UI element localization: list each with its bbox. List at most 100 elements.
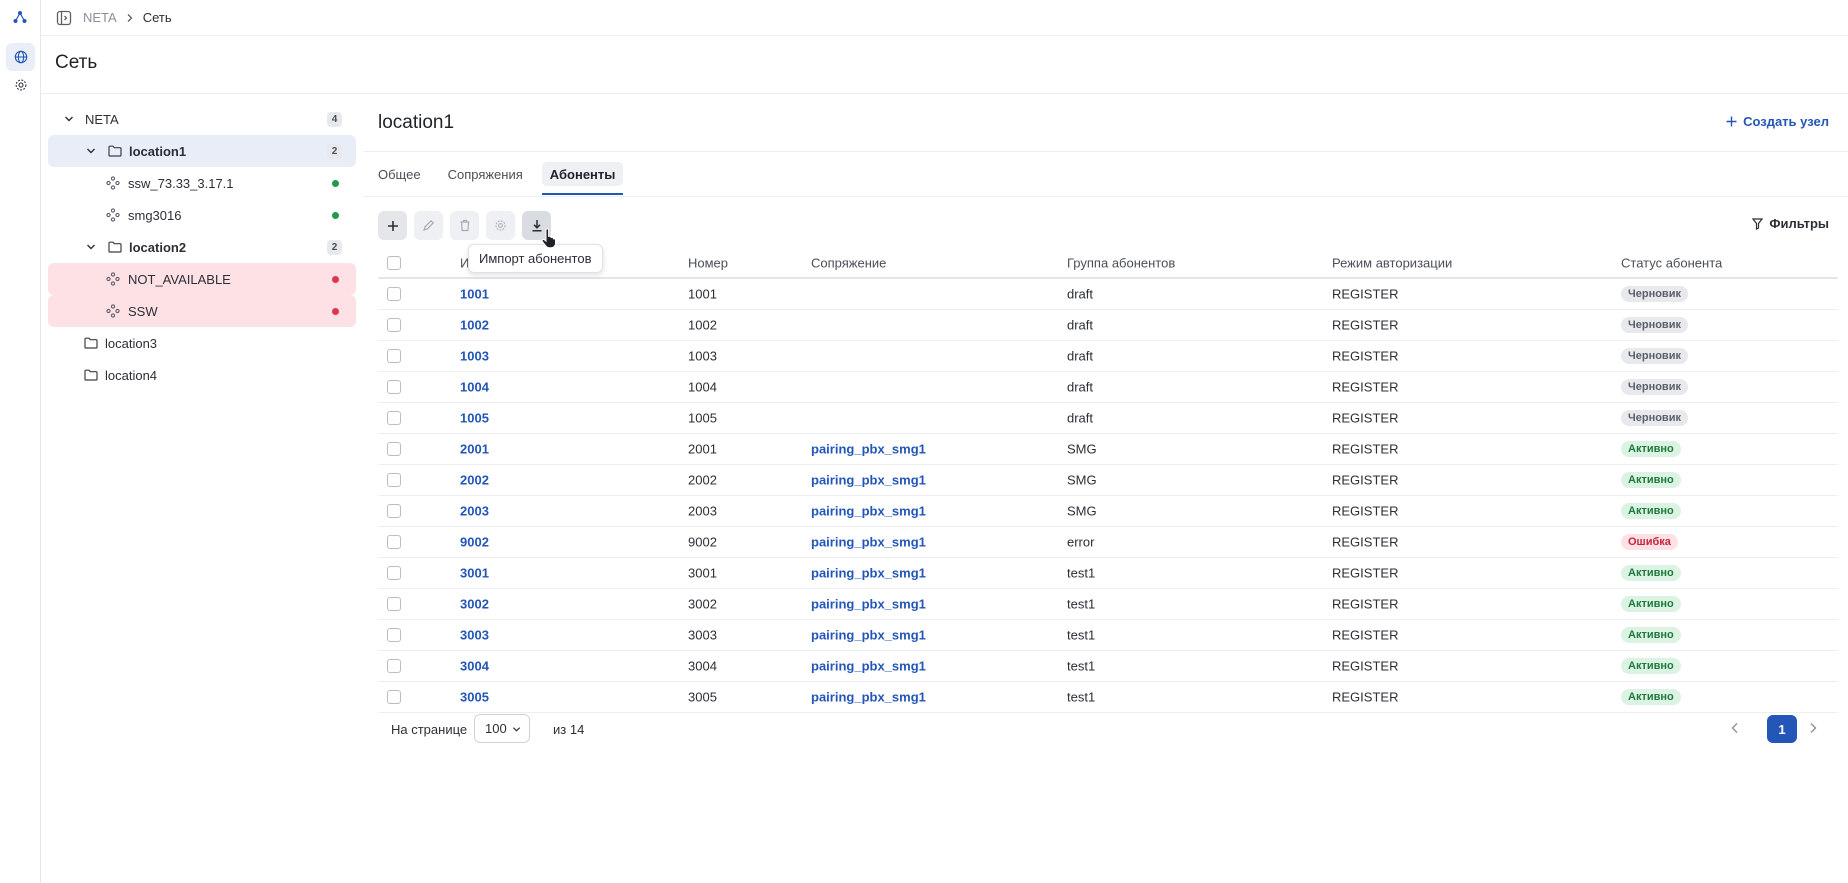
subscriber-number: 2002: [688, 472, 717, 488]
row-checkbox[interactable]: [387, 690, 401, 704]
table-row[interactable]: 2002 2002 pairing_pbx_smg1 SMG REGISTER Актив…: [378, 465, 1838, 496]
page-button-1[interactable]: 1: [1767, 715, 1797, 743]
subscriber-id-link[interactable]: 3002: [460, 597, 489, 612]
tree-item-ssw[interactable]: SSW: [48, 295, 356, 327]
per-page-select[interactable]: 100: [474, 714, 530, 743]
tree-item-smg3016[interactable]: smg3016: [48, 199, 356, 231]
edit-subscriber-button[interactable]: [414, 211, 443, 240]
sidebar-toggle-icon[interactable]: [55, 9, 73, 27]
subscriber-group: test1: [1067, 689, 1096, 705]
location-title: location1: [378, 112, 455, 133]
table-row[interactable]: 2001 2001 pairing_pbx_smg1 SMG REGISTER Актив…: [378, 434, 1838, 465]
trash-icon: [460, 219, 469, 232]
row-checkbox[interactable]: [387, 535, 401, 549]
pairing-link[interactable]: pairing_pbx_smg1: [811, 659, 926, 674]
table-row[interactable]: 1001 1001 draft REGISTER Черновик: [378, 279, 1838, 310]
auth-mode: REGISTER: [1332, 286, 1399, 302]
subscriber-id-link[interactable]: 2003: [460, 504, 489, 519]
pairing-link[interactable]: pairing_pbx_smg1: [811, 628, 926, 643]
row-checkbox[interactable]: [387, 628, 401, 642]
table-row[interactable]: 9002 9002 pairing_pbx_smg1 error REGISTER Оши…: [378, 527, 1838, 558]
chevron-down-icon[interactable]: [84, 144, 98, 158]
select-all-checkbox[interactable]: [387, 256, 401, 270]
table-row[interactable]: 3001 3001 pairing_pbx_smg1 test1 REGISTER Акт…: [378, 558, 1838, 589]
row-checkbox[interactable]: [387, 411, 401, 425]
table-row[interactable]: 3004 3004 pairing_pbx_smg1 test1 REGISTER Акт…: [378, 651, 1838, 682]
tab-subscribers[interactable]: Абоненты: [541, 162, 624, 195]
subscriber-id-link[interactable]: 3003: [460, 628, 489, 643]
pairing-link[interactable]: pairing_pbx_smg1: [811, 535, 926, 550]
tree-item-ssw-73[interactable]: ssw_73.33_3.17.1: [48, 167, 356, 199]
network-nav-button[interactable]: [6, 43, 35, 71]
table-row[interactable]: 1005 1005 draft REGISTER Черновик: [378, 403, 1838, 434]
pairing-link[interactable]: pairing_pbx_smg1: [811, 473, 926, 488]
settings-nav-button[interactable]: [6, 71, 35, 99]
subscriber-id-link[interactable]: 2001: [460, 442, 489, 457]
chevron-down-icon[interactable]: [84, 240, 98, 254]
table-row[interactable]: 1003 1003 draft REGISTER Черновик: [378, 341, 1838, 372]
pairing-link[interactable]: pairing_pbx_smg1: [811, 690, 926, 705]
table-row[interactable]: 1002 1002 draft REGISTER Черновик: [378, 310, 1838, 341]
row-checkbox[interactable]: [387, 318, 401, 332]
column-header-auth[interactable]: Режим авторизации: [1332, 256, 1452, 271]
row-checkbox[interactable]: [387, 349, 401, 363]
subscriber-id-link[interactable]: 1004: [460, 380, 489, 395]
pairing-link[interactable]: pairing_pbx_smg1: [811, 597, 926, 612]
subscriber-id-link[interactable]: 3001: [460, 566, 489, 581]
row-checkbox[interactable]: [387, 380, 401, 394]
subscriber-id-link[interactable]: 1003: [460, 349, 489, 364]
row-checkbox[interactable]: [387, 504, 401, 518]
app-logo-icon[interactable]: [11, 8, 29, 26]
tree-item-location3[interactable]: location3: [48, 327, 356, 359]
subscriber-id-link[interactable]: 3004: [460, 659, 489, 674]
table-row[interactable]: 2003 2003 pairing_pbx_smg1 SMG REGISTER Актив…: [378, 496, 1838, 527]
subscriber-id-link[interactable]: 1005: [460, 411, 489, 426]
next-page-button[interactable]: [1808, 721, 1818, 735]
column-header-pairing[interactable]: Сопряжение: [811, 256, 886, 271]
auth-mode: REGISTER: [1332, 379, 1399, 395]
subscriber-id-link[interactable]: 3005: [460, 690, 489, 705]
delete-subscriber-button[interactable]: [450, 211, 479, 240]
tree-item-location4[interactable]: location4: [48, 359, 356, 391]
create-node-button[interactable]: Создать узел: [1726, 114, 1829, 129]
add-subscriber-button[interactable]: [378, 211, 407, 240]
tree-item-not-available[interactable]: NOT_AVAILABLE: [48, 263, 356, 295]
subscriber-id-link[interactable]: 2002: [460, 473, 489, 488]
folder-icon: [107, 144, 122, 158]
breadcrumb-root[interactable]: NETA: [83, 10, 117, 25]
column-header-number[interactable]: Номер: [688, 256, 728, 271]
table-row[interactable]: 3005 3005 pairing_pbx_smg1 test1 REGISTER Акт…: [378, 682, 1838, 713]
row-checkbox[interactable]: [387, 442, 401, 456]
row-checkbox[interactable]: [387, 566, 401, 580]
column-header-status[interactable]: Статус абонента: [1621, 256, 1722, 271]
subscriber-id-link[interactable]: 1001: [460, 287, 489, 302]
pairing-link[interactable]: pairing_pbx_smg1: [811, 566, 926, 581]
row-checkbox[interactable]: [387, 659, 401, 673]
status-badge: Активно: [1621, 689, 1681, 705]
subscriber-group: draft: [1067, 379, 1094, 395]
chevron-down-icon[interactable]: [62, 112, 76, 126]
tab-general[interactable]: Общее: [378, 162, 421, 186]
tree-item-location2[interactable]: location2 2: [48, 231, 356, 263]
table-row[interactable]: 1004 1004 draft REGISTER Черновик: [378, 372, 1838, 403]
folder-icon: [83, 336, 98, 350]
subscriber-id-link[interactable]: 1002: [460, 318, 489, 333]
row-checkbox[interactable]: [387, 473, 401, 487]
row-checkbox[interactable]: [387, 597, 401, 611]
gear-icon: [495, 220, 506, 231]
column-header-group[interactable]: Группа абонентов: [1067, 256, 1175, 271]
tree-item-location1[interactable]: location1 2: [48, 135, 356, 167]
subscriber-number: 2003: [688, 503, 717, 519]
pairing-link[interactable]: pairing_pbx_smg1: [811, 442, 926, 457]
subscriber-id-link[interactable]: 9002: [460, 535, 489, 550]
tree-item-neta[interactable]: NETA 4: [48, 103, 356, 135]
filters-button[interactable]: Фильтры: [1752, 216, 1829, 231]
subscriber-number: 3001: [688, 565, 717, 581]
pairing-link[interactable]: pairing_pbx_smg1: [811, 504, 926, 519]
row-checkbox[interactable]: [387, 287, 401, 301]
table-row[interactable]: 3002 3002 pairing_pbx_smg1 test1 REGISTER Акт…: [378, 589, 1838, 620]
tab-pairings[interactable]: Сопряжения: [448, 162, 523, 186]
table-row[interactable]: 3003 3003 pairing_pbx_smg1 test1 REGISTER Акт…: [378, 620, 1838, 651]
subscriber-settings-button[interactable]: [486, 211, 515, 240]
prev-page-button[interactable]: [1730, 721, 1740, 735]
